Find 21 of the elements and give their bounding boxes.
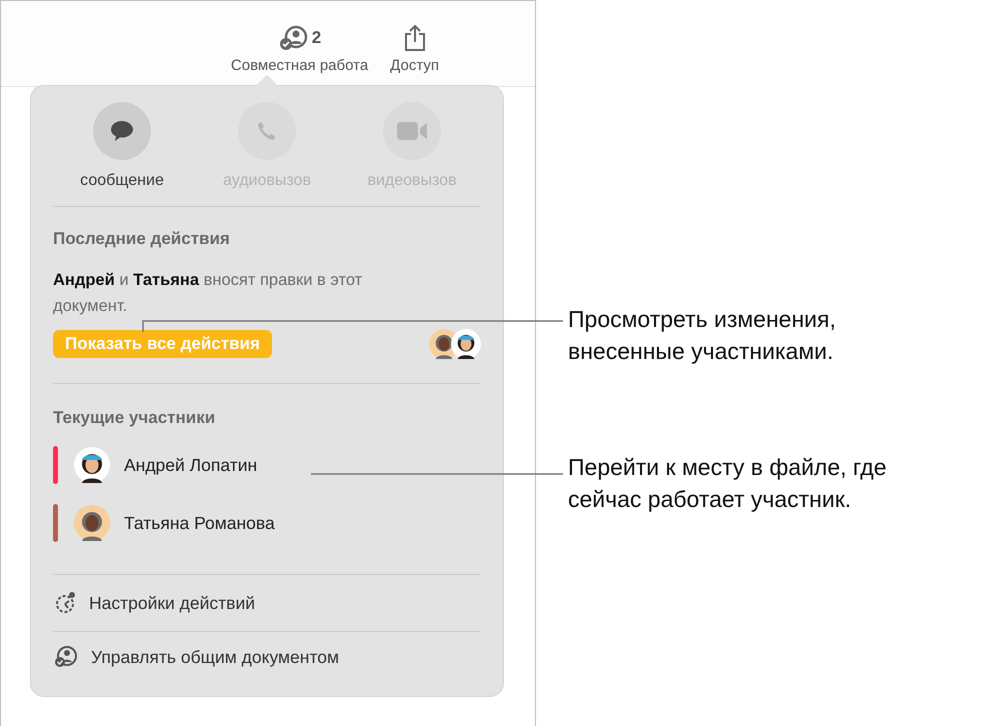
avatar-icon: [451, 329, 481, 359]
share-button[interactable]: Доступ: [390, 23, 439, 86]
people-check-icon: [278, 24, 308, 52]
avatar-icon: [74, 505, 110, 541]
callout-text: Перейти к месту в файле, где сейчас работает участник.: [568, 453, 888, 514]
share-icon: [402, 24, 427, 52]
menu-item[interactable]: Управлять общим документом: [53, 632, 481, 682]
participant-name[interactable]: Андрей Лопатин: [124, 454, 258, 476]
message-button[interactable]: сообщение: [57, 102, 187, 190]
speech-bubble-icon: [109, 119, 135, 143]
avatar-icon: [74, 447, 110, 483]
section-heading: Текущие участники: [53, 408, 216, 428]
people-check-icon: [53, 645, 79, 669]
callout-text: Просмотреть изменения, внесенные участниками.: [568, 305, 837, 366]
section-heading: Последние действия: [53, 229, 231, 249]
menu-item[interactable]: Настройки действий: [53, 575, 481, 632]
activity-text: Андрей и Татьяна вносят правки в этот документ.: [53, 270, 364, 317]
video-camera-icon: [396, 120, 428, 142]
participant-name[interactable]: Татьяна Романова: [124, 512, 275, 534]
gear-icon: [53, 591, 77, 615]
collaborate-button[interactable]: 2 Совместная работа: [230, 23, 368, 86]
